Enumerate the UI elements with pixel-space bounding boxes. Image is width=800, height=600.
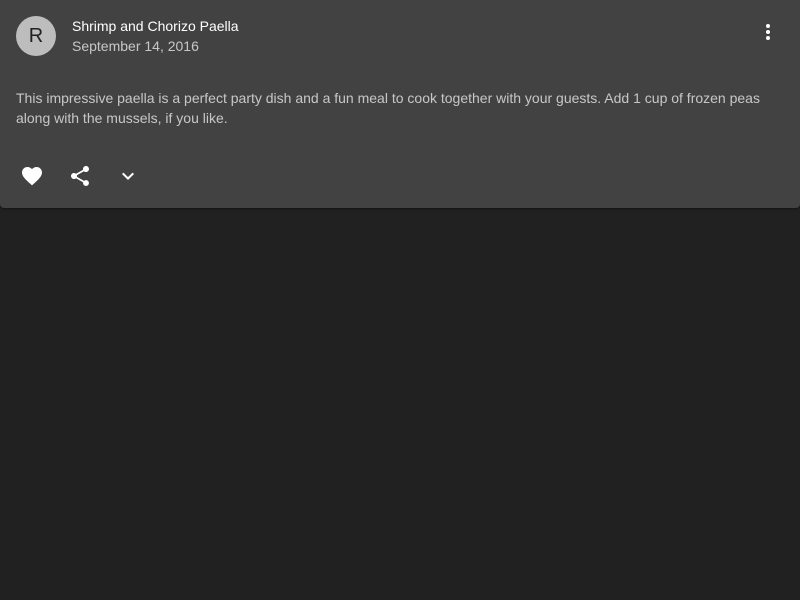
more-options-button[interactable] (748, 8, 788, 56)
header-text: Shrimp and Chorizo Paella September 14, … (72, 16, 239, 56)
chevron-down-icon (122, 172, 134, 180)
card-actions (8, 152, 152, 200)
more-vert-icon (766, 24, 770, 40)
avatar-letter: R (28, 24, 44, 47)
favorite-button[interactable] (8, 152, 56, 200)
card-title: Shrimp and Chorizo Paella (72, 18, 239, 34)
share-button[interactable] (56, 152, 104, 200)
heart-icon (22, 167, 42, 186)
expand-button[interactable] (104, 152, 152, 200)
card-body: This impressive paella is a perfect part… (16, 90, 760, 126)
card-header: R Shrimp and Chorizo Paella September 14… (16, 16, 784, 56)
share-icon (71, 166, 89, 186)
avatar: R (16, 16, 56, 56)
recipe-card: R Shrimp and Chorizo Paella September 14… (0, 0, 800, 208)
card-subheader: September 14, 2016 (72, 38, 199, 54)
